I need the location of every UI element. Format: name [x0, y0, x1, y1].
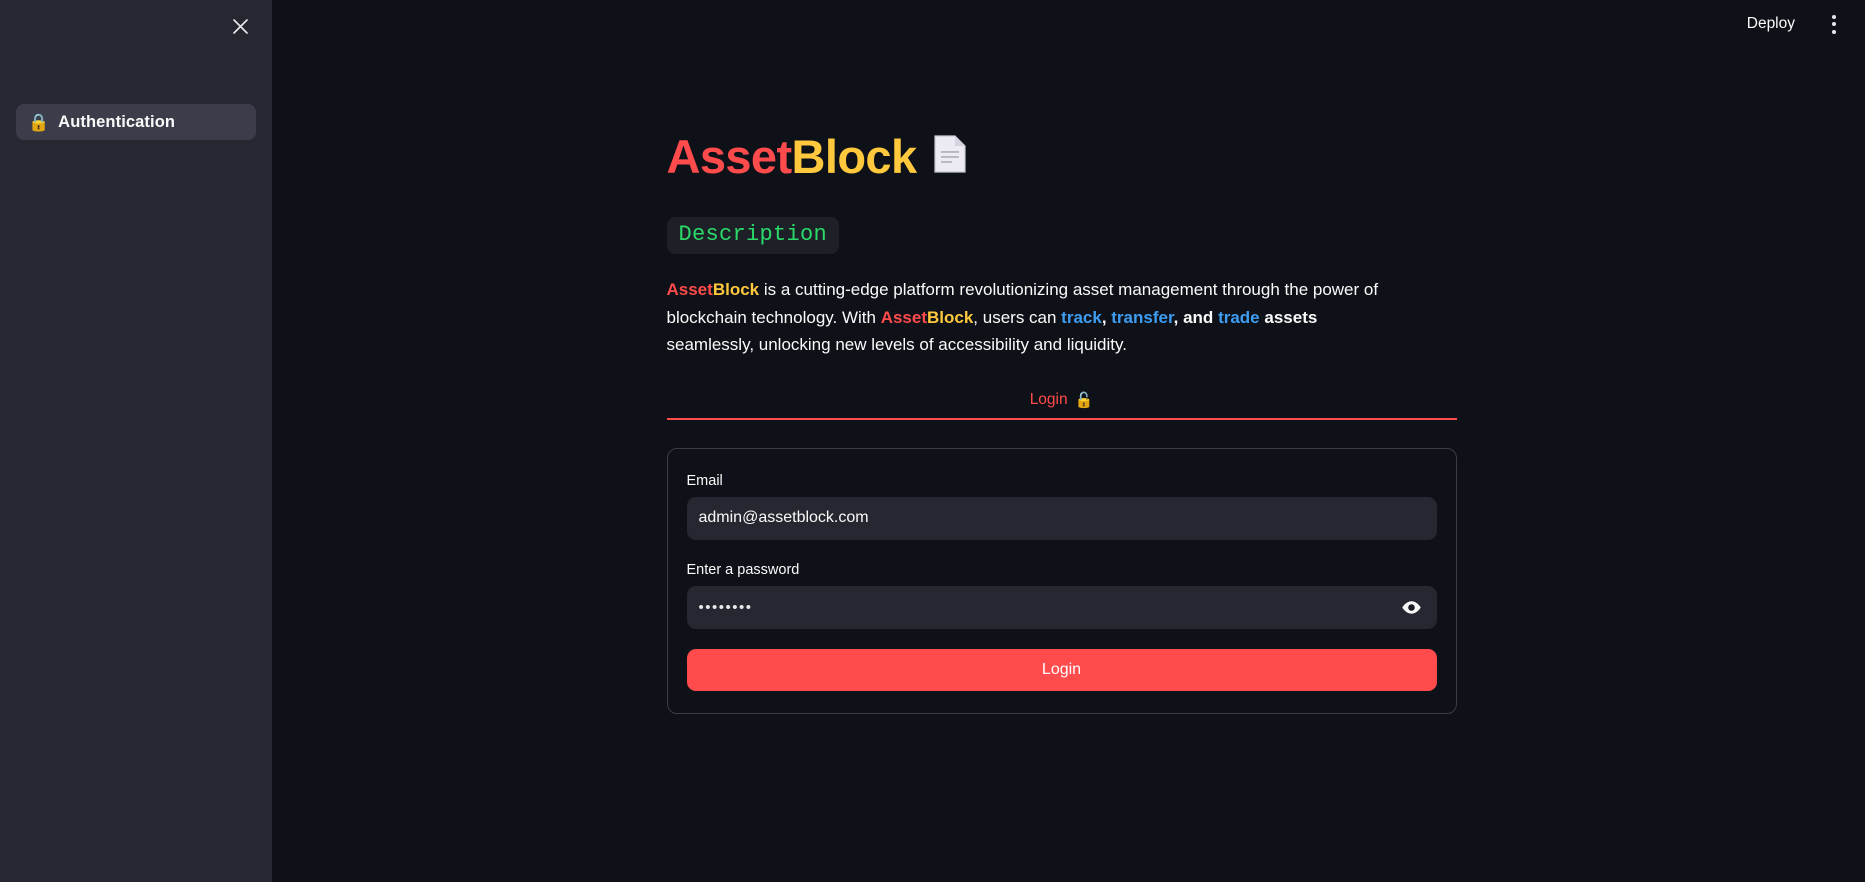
keyword-trade: trade [1218, 307, 1260, 327]
menu-dot [1832, 29, 1836, 34]
email-field[interactable]: admin@assetblock.com [686, 496, 1437, 540]
page-title-part1: Asset [666, 130, 793, 183]
lock-icon: 🔒 [28, 112, 50, 132]
eye-icon[interactable] [1400, 595, 1424, 619]
deploy-button[interactable]: Deploy [1739, 11, 1803, 37]
keyword-track: track [1061, 307, 1102, 327]
page-title-part2: Block [791, 130, 918, 183]
desc-sep-2: , [1173, 307, 1184, 327]
menu-dot [1832, 22, 1836, 26]
brand2-red: Asset [880, 307, 927, 327]
top-toolbar: Deploy [1739, 0, 1865, 48]
login-submit-button[interactable]: Login [686, 648, 1437, 691]
sidebar-item-authentication[interactable]: 🔒 Authentication [16, 104, 256, 140]
sidebar: 🔒 Authentication [0, 0, 272, 882]
keyword-and: and [1183, 307, 1214, 327]
tab-login[interactable]: Login 🔓 [1030, 391, 1094, 409]
brand2-amber: Block [927, 307, 974, 327]
desc-text-3: seamlessly, unlocking new levels of acce… [666, 335, 1127, 355]
password-value: •••••••• [698, 598, 753, 616]
email-value: admin@assetblock.com [698, 509, 869, 527]
tab-bar: Login 🔓 [666, 391, 1457, 420]
unlocked-padlock-icon: 🔓 [1074, 391, 1094, 409]
close-icon[interactable] [226, 12, 254, 40]
tab-login-label: Login [1029, 390, 1068, 408]
page-content: AssetBlock Description AssetBlock is a c… [666, 0, 1457, 714]
menu-dot [1832, 14, 1836, 19]
main-content: Deploy AssetBlock Description AssetBlock… [272, 0, 1865, 882]
description-paragraph: AssetBlock is a cutting-edge platform re… [667, 276, 1392, 359]
document-icon [933, 134, 967, 179]
sidebar-item-label: Authentication [58, 112, 176, 131]
keyword-transfer: transfer [1111, 307, 1174, 327]
desc-sep-1: , [1101, 307, 1112, 327]
brand-red: Asset [666, 280, 713, 300]
password-field[interactable]: •••••••• [686, 585, 1437, 629]
brand-amber: Block [712, 280, 760, 300]
app-root: 🔒 Authentication Deploy AssetBlock Descr… [0, 0, 1865, 882]
page-title: AssetBlock [666, 130, 918, 183]
desc-text-2: , users can [973, 307, 1062, 327]
email-label: Email [686, 472, 723, 489]
three-dots-vertical-icon[interactable] [1821, 9, 1847, 39]
login-form-card: Email admin@assetblock.com Enter a passw… [666, 447, 1457, 714]
keyword-assets: assets [1264, 307, 1318, 327]
hero-header: AssetBlock [667, 132, 1457, 181]
description-badge: Description [666, 217, 840, 255]
password-label: Enter a password [686, 561, 800, 578]
